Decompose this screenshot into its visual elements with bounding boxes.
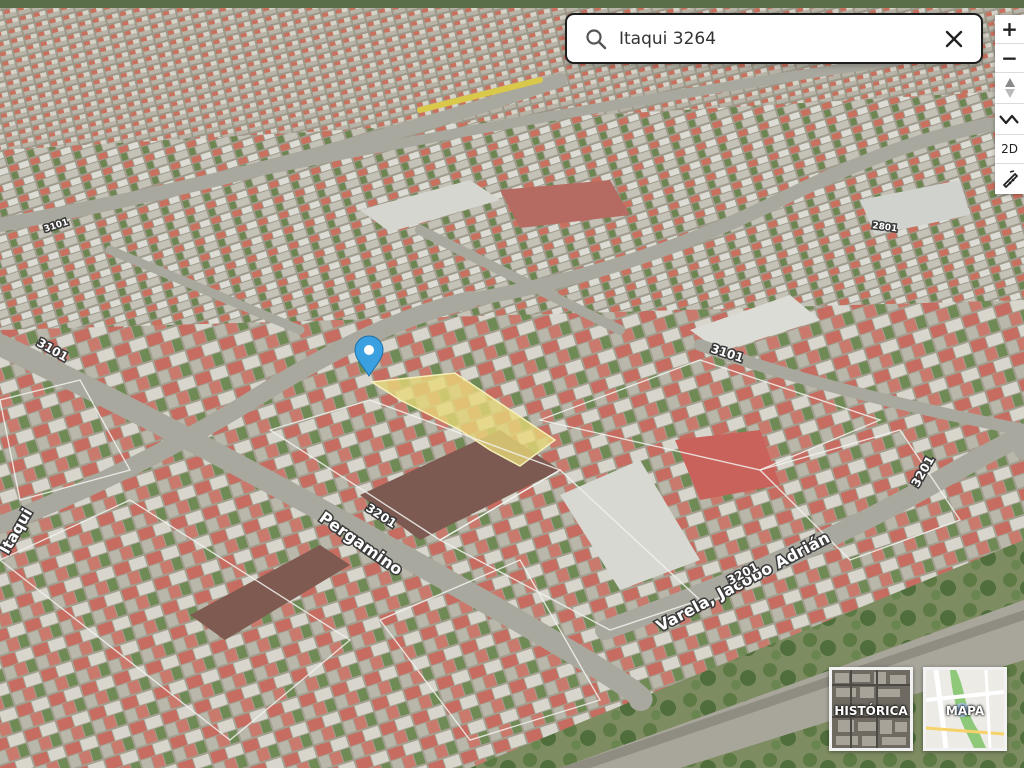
compass-button[interactable] xyxy=(995,73,1024,103)
layer-historic-button[interactable]: HISTÓRICA xyxy=(829,667,913,751)
zoom-out-button[interactable]: − xyxy=(995,44,1024,72)
search-input[interactable] xyxy=(619,23,919,55)
layer-map-button[interactable]: MAPA xyxy=(923,667,1007,751)
close-icon xyxy=(945,30,963,48)
tilt-icon xyxy=(998,114,1019,125)
view-2d-button[interactable]: 2D xyxy=(995,135,1024,163)
zoom-in-button[interactable]: + xyxy=(995,15,1024,43)
ruler-icon xyxy=(1002,170,1018,188)
search-box[interactable] xyxy=(565,13,983,64)
horizon xyxy=(0,0,1024,8)
tilt-button[interactable] xyxy=(995,104,1024,134)
map-canvas[interactable]: Pergamino 3201 Varela, Jacobo Adrián 320… xyxy=(0,0,1024,768)
layer-historic-label: HISTÓRICA xyxy=(834,704,908,718)
map-controls: + − 2D xyxy=(995,15,1024,194)
layer-map-label: MAPA xyxy=(945,704,985,718)
aerial-imagery[interactable]: Pergamino 3201 Varela, Jacobo Adrián 320… xyxy=(0,0,1024,768)
compass-icon xyxy=(1004,78,1015,98)
measure-button[interactable] xyxy=(995,164,1024,194)
search-icon xyxy=(586,29,607,50)
clear-search-button[interactable] xyxy=(941,26,967,52)
